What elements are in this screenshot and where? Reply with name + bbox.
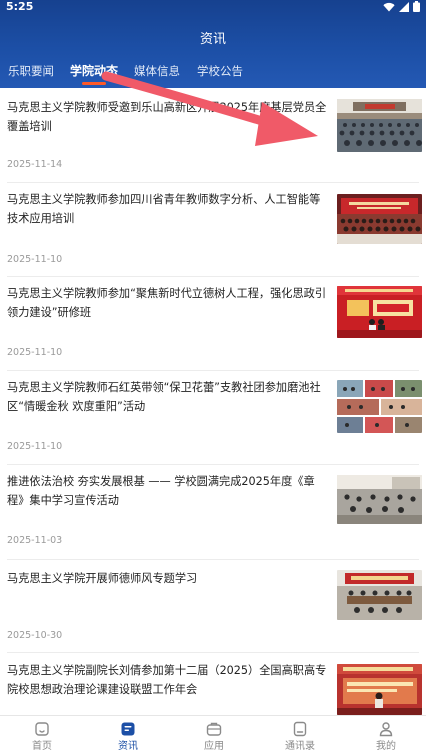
- nav-contacts-label: 通讯录: [285, 741, 315, 752]
- news-thumbnail-group-photo[interactable]: [337, 194, 422, 244]
- news-title[interactable]: 马克思主义学院副院长刘倩参加第十二届（2025）全国高职高专院校思想政治理论课建…: [7, 661, 329, 699]
- news-item[interactable]: 马克思主义学院教师参加四川省青年教师数字分析、人工智能等技术应用培训 2025-…: [0, 183, 426, 276]
- tab-school-notices[interactable]: 学校公告: [197, 62, 243, 80]
- nav-home-label: 首页: [32, 741, 52, 752]
- header: 5:25 资讯 乐职要闻 学院动态 媒体信息 学校公告: [0, 0, 426, 88]
- news-title[interactable]: 推进依法治校 夯实发展根基 —— 学校圆满完成2025年度《章程》集中学习宣传活…: [7, 472, 329, 510]
- nav-apps[interactable]: 应用: [184, 716, 244, 756]
- bottom-nav: 首页 资讯 应用 通讯录 我的: [0, 715, 426, 756]
- news-item[interactable]: 马克思主义学院教师受邀到乐山高新区开展2025年度基层党员全覆盖培训 2025-…: [0, 88, 426, 182]
- battery-icon: [413, 1, 420, 12]
- signal-icon: [399, 1, 409, 12]
- news-thumbnail-activity-collage[interactable]: [337, 380, 422, 433]
- news-date: 2025-10-30: [7, 630, 63, 641]
- status-bar: 5:25: [0, 0, 426, 14]
- news-title[interactable]: 马克思主义学院教师受邀到乐山高新区开展2025年度基层党员全覆盖培训: [7, 98, 329, 136]
- nav-profile-label: 我的: [376, 741, 396, 752]
- news-item[interactable]: 马克思主义学院教师石红英带领“保卫花蕾”支教社团参加磨池社区“情暖金秋 欢度重阳…: [0, 371, 426, 464]
- wifi-icon: [383, 2, 395, 12]
- news-thumbnail-stage-presentation[interactable]: [337, 664, 422, 715]
- news-title[interactable]: 马克思主义学院开展师德师风专题学习: [7, 569, 329, 588]
- nav-news[interactable]: 资讯: [98, 716, 158, 756]
- news-title[interactable]: 马克思主义学院教师石红英带领“保卫花蕾”支教社团参加磨池社区“情暖金秋 欢度重阳…: [7, 378, 329, 416]
- news-feed[interactable]: 马克思主义学院教师受邀到乐山高新区开展2025年度基层党员全覆盖培训 2025-…: [0, 88, 426, 715]
- news-date: 2025-11-10: [7, 441, 63, 452]
- status-time: 5:25: [6, 0, 34, 13]
- page-title: 资讯: [199, 32, 226, 47]
- status-icons: [383, 1, 420, 12]
- nav-profile[interactable]: 我的: [356, 716, 416, 756]
- contacts-icon: [293, 721, 307, 737]
- app-screen: 5:25 资讯 乐职要闻 学院动态 媒体信息 学校公告 马克思主义学院教师受邀到…: [0, 0, 426, 756]
- home-icon: [35, 722, 49, 736]
- news-date: 2025-11-10: [7, 347, 63, 358]
- news-item[interactable]: 马克思主义学院开展师德师风专题学习 2025-10-30: [0, 560, 426, 652]
- news-item[interactable]: 推进依法治校 夯实发展根基 —— 学校圆满完成2025年度《章程》集中学习宣传活…: [0, 465, 426, 559]
- category-tabs: 乐职要闻 学院动态 媒体信息 学校公告: [0, 62, 426, 86]
- profile-icon: [379, 722, 393, 737]
- news-thumbnail-conference-room[interactable]: [337, 570, 422, 620]
- news-thumbnail-study-session[interactable]: [337, 475, 422, 524]
- news-thumbnail-meeting-hall[interactable]: [337, 99, 422, 152]
- nav-apps-label: 应用: [204, 741, 224, 752]
- apps-icon: [206, 722, 222, 736]
- news-icon: [121, 722, 135, 736]
- nav-home[interactable]: 首页: [12, 716, 72, 756]
- news-item[interactable]: 马克思主义学院副院长刘倩参加第十二届（2025）全国高职高专院校思想政治理论课建…: [0, 653, 426, 715]
- news-item[interactable]: 马克思主义学院教师参加“聚焦新时代立德树人工程，强化思政引领力建设”研修班 20…: [0, 277, 426, 370]
- news-date: 2025-11-10: [7, 254, 63, 265]
- nav-news-label: 资讯: [118, 741, 138, 752]
- nav-contacts[interactable]: 通讯录: [270, 716, 330, 756]
- tab-college-updates[interactable]: 学院动态: [70, 62, 118, 80]
- news-date: 2025-11-14: [7, 159, 63, 170]
- news-thumbnail-training-banner[interactable]: [337, 286, 422, 338]
- news-date: 2025-11-03: [7, 535, 63, 546]
- news-title[interactable]: 马克思主义学院教师参加四川省青年教师数字分析、人工智能等技术应用培训: [7, 190, 329, 228]
- news-title[interactable]: 马克思主义学院教师参加“聚焦新时代立德树人工程，强化思政引领力建设”研修班: [7, 284, 329, 322]
- tab-campus-news[interactable]: 乐职要闻: [8, 62, 54, 80]
- active-tab-indicator: [82, 82, 106, 85]
- tab-media-info[interactable]: 媒体信息: [134, 62, 180, 80]
